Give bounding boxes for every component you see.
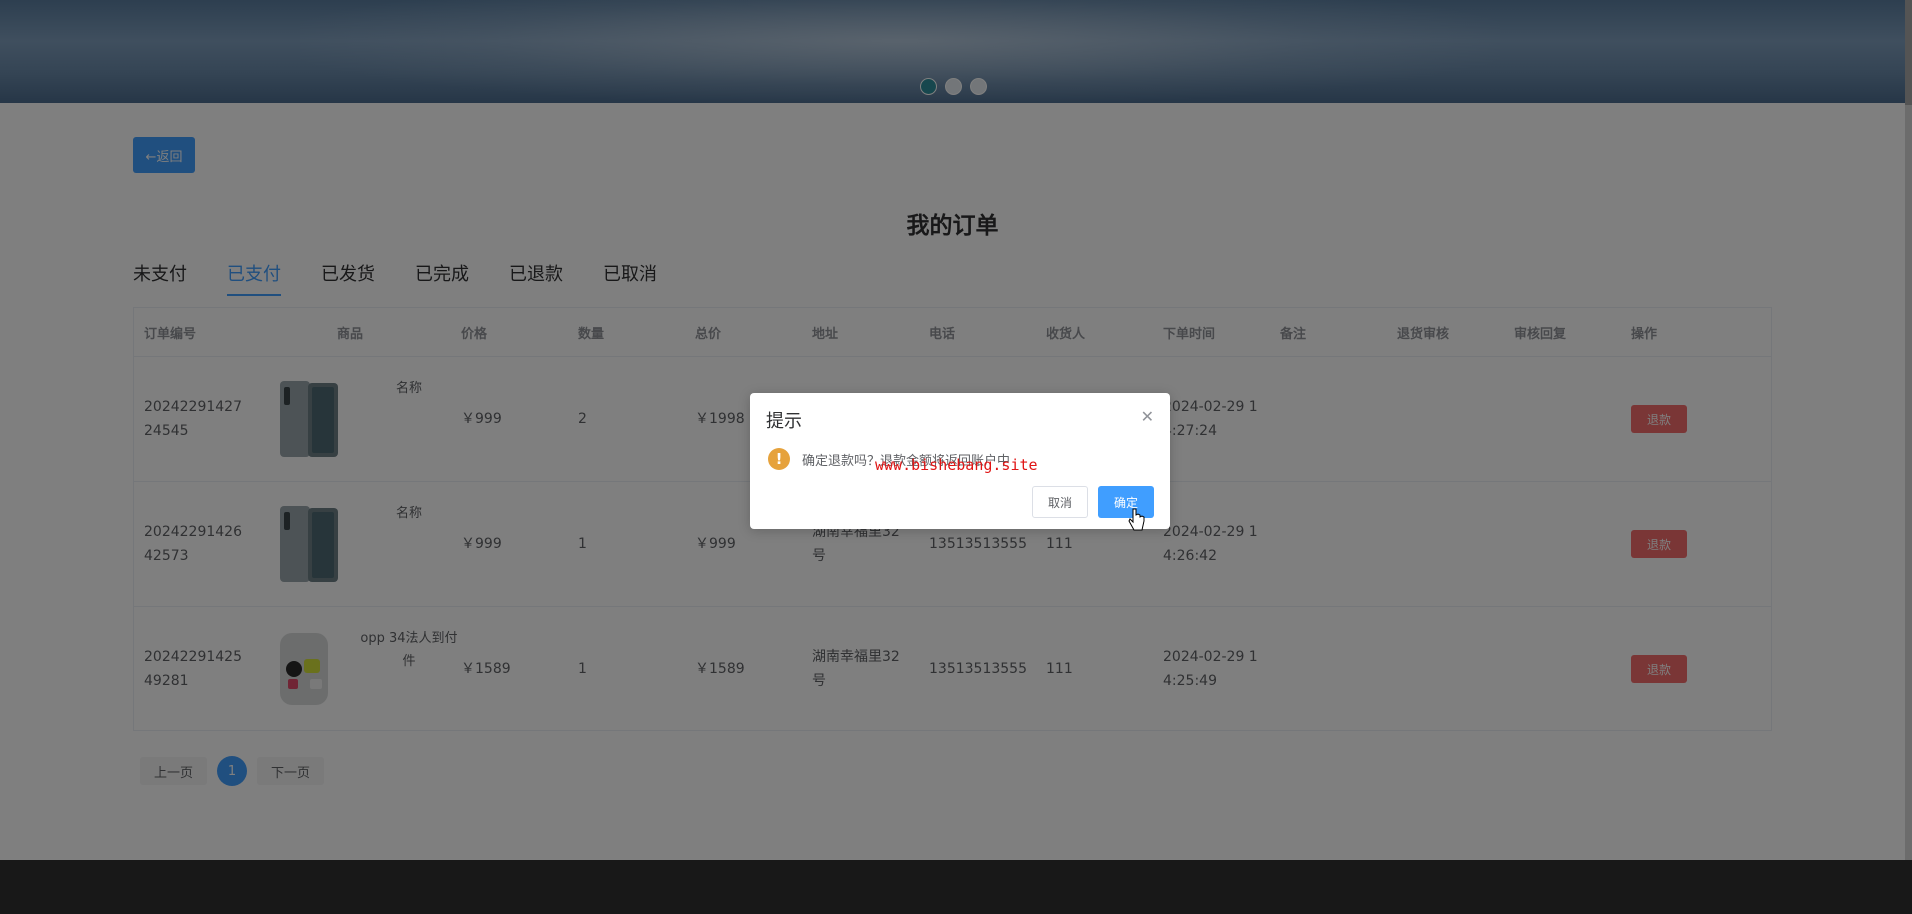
dialog-title: 提示 — [766, 411, 802, 432]
warning-icon: ! — [768, 448, 790, 470]
cancel-button[interactable]: 取消 — [1032, 486, 1088, 518]
close-icon[interactable]: ✕ — [1141, 407, 1154, 426]
pointer-cursor-icon — [1128, 508, 1145, 531]
watermark-text: www.bishebang.site — [875, 456, 1038, 474]
confirm-dialog: 提示 ✕ ! 确定退款吗？退款金额将返回账户中 www.bishebang.si… — [750, 393, 1170, 529]
